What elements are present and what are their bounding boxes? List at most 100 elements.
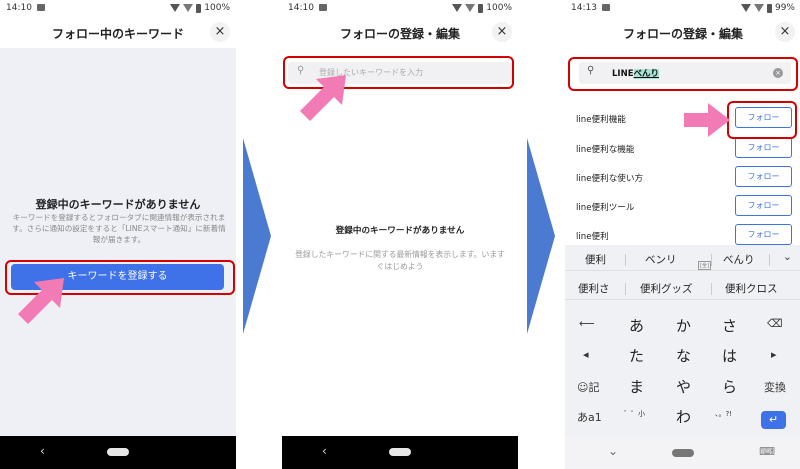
keyboard-switch-icon[interactable]: ⌨ xyxy=(759,445,775,458)
enter-key[interactable]: ↵ xyxy=(761,411,786,429)
kana-key[interactable]: は xyxy=(722,345,737,366)
status-icons: 100% xyxy=(452,3,512,13)
follow-button[interactable]: フォロー xyxy=(735,224,792,245)
close-button[interactable]: × xyxy=(492,22,512,42)
cursor-left-key[interactable]: ◂ xyxy=(583,348,589,361)
highlight-search-field xyxy=(568,57,798,91)
home-pill-icon[interactable] xyxy=(107,448,129,456)
separator xyxy=(711,283,712,295)
empty-state-description: キーワードを登録するとフォロータブに関連情報が表示されます。さらに通知の設定をす… xyxy=(12,213,226,244)
suggestion-bar-2: 便利さ 便利グッズ 便利クロス xyxy=(565,276,800,300)
back-icon[interactable]: ‹ xyxy=(40,444,45,458)
kana-key[interactable]: ら xyxy=(722,376,737,397)
japanese-keyboard: 便利 ベンリ [全] べんり ⌄ 便利さ 便利グッズ 便利クロス ⟵ あ か さ… xyxy=(565,245,800,436)
punctuation-key[interactable]: 、。?! xyxy=(715,409,732,419)
kana-key[interactable]: か xyxy=(676,315,691,336)
result-keyword: line便利な機能 xyxy=(576,145,635,155)
kana-key[interactable]: な xyxy=(676,345,691,366)
image-notification-icon xyxy=(602,4,610,11)
status-bar: 14:13 99% xyxy=(565,0,800,16)
home-pill-icon[interactable] xyxy=(672,449,694,457)
dakuten-key[interactable]: ゛゜小 xyxy=(624,409,645,419)
image-notification-icon xyxy=(319,4,327,11)
wifi-icon xyxy=(170,4,181,12)
suggestion-item[interactable]: 便利 xyxy=(585,252,606,267)
android-nav-bar: ‹ xyxy=(0,436,236,469)
signal-icon xyxy=(465,4,476,12)
suggestion-item[interactable]: べんり xyxy=(723,252,755,267)
kana-key[interactable]: た xyxy=(629,345,644,366)
step-arrow-icon xyxy=(243,138,271,334)
chevron-down-icon[interactable]: ⌄ xyxy=(783,250,792,263)
signal-icon xyxy=(183,4,194,12)
follow-button[interactable]: フォロー xyxy=(735,195,792,216)
empty-state-description: 登録したキーワードに関する最新情報を表示します。いますぐはじめよう xyxy=(295,250,505,271)
suggestion-bar-1: 便利 ベンリ [全] べんり ⌄ xyxy=(565,247,800,271)
android-nav-bar: ‹ xyxy=(282,436,518,469)
battery-level: 100% xyxy=(486,3,512,13)
screen-header: フォロー中のキーワード × xyxy=(0,16,236,48)
status-bar: 14:10 100% xyxy=(0,0,236,16)
list-item: line便利 フォロー xyxy=(565,223,800,247)
wifi-icon xyxy=(740,4,751,12)
phone-screen-1: 14:10 100% フォロー中のキーワード × 登録中のキーワードがありません… xyxy=(0,0,236,469)
kana-key[interactable]: さ xyxy=(722,315,737,336)
back-icon[interactable]: ‹ xyxy=(322,444,327,458)
separator xyxy=(625,283,626,295)
list-item: line便利な使い方 フォロー xyxy=(565,165,800,189)
step-arrow-icon xyxy=(527,138,555,334)
image-notification-icon xyxy=(37,4,45,11)
page-title: フォローの登録・編集 xyxy=(339,27,460,41)
kana-key[interactable]: わ xyxy=(676,406,691,427)
list-item: line便利な機能 フォロー xyxy=(565,136,800,160)
page-title: フォローの登録・編集 xyxy=(622,27,743,41)
pointer-arrow-icon xyxy=(18,278,64,324)
home-pill-icon[interactable] xyxy=(389,448,411,456)
highlight-follow-button xyxy=(727,101,797,139)
status-bar: 14:10 100% xyxy=(282,0,518,16)
emoji-symbol-key[interactable]: ☺記 xyxy=(577,379,599,395)
page-title: フォロー中のキーワード xyxy=(51,27,184,41)
screen-header: フォローの登録・編集 × xyxy=(282,16,518,48)
follow-button[interactable]: フォロー xyxy=(735,137,792,158)
result-keyword: line便利 xyxy=(576,232,609,242)
wifi-icon xyxy=(452,4,463,12)
follow-button[interactable]: フォロー xyxy=(735,166,792,187)
battery-icon xyxy=(766,3,772,13)
mode-switch-key[interactable]: あa1 xyxy=(577,409,602,425)
suggestion-item[interactable]: ベンリ xyxy=(645,252,677,267)
status-time: 14:13 xyxy=(571,3,597,13)
status-icons: 100% xyxy=(170,3,230,13)
undo-key[interactable]: ⟵ xyxy=(579,317,595,330)
result-keyword: line便利機能 xyxy=(576,115,626,125)
screen-header: フォローの登録・編集 × xyxy=(565,16,800,48)
cursor-right-key[interactable]: ▸ xyxy=(771,348,777,361)
close-button[interactable]: × xyxy=(775,22,795,42)
convert-key[interactable]: 変換 xyxy=(764,379,786,395)
suggestion-item[interactable]: 便利クロス xyxy=(725,281,778,296)
separator xyxy=(625,254,626,266)
android-nav-bar: ⌄ ⌨ xyxy=(565,436,800,469)
battery-icon xyxy=(196,3,202,13)
close-button[interactable]: × xyxy=(210,22,230,42)
pointer-arrow-icon xyxy=(684,103,730,137)
battery-icon xyxy=(478,3,484,13)
battery-level: 99% xyxy=(774,3,795,13)
empty-state-title: 登録中のキーワードがありません xyxy=(35,198,201,211)
backspace-key[interactable]: ⌫ xyxy=(767,317,783,330)
empty-state-title: 登録中のキーワードがありません xyxy=(335,226,465,236)
hide-keyboard-icon[interactable]: ⌄ xyxy=(608,444,618,458)
signal-icon xyxy=(753,4,764,12)
kana-key[interactable]: や xyxy=(676,376,691,397)
status-time: 14:10 xyxy=(288,3,314,13)
suggestion-item[interactable]: 便利さ xyxy=(578,281,610,296)
status-icons: 99% xyxy=(740,3,795,13)
result-keyword: line便利な使い方 xyxy=(576,174,644,184)
suggestion-item[interactable]: 便利グッズ xyxy=(640,281,693,296)
fullwidth-tag: [全] xyxy=(698,261,711,270)
kana-key[interactable]: あ xyxy=(629,315,644,336)
kana-key[interactable]: ま xyxy=(629,376,644,397)
status-time: 14:10 xyxy=(6,3,32,13)
tutorial-canvas: 14:10 100% フォロー中のキーワード × 登録中のキーワードがありません… xyxy=(0,0,800,469)
separator xyxy=(769,254,770,266)
